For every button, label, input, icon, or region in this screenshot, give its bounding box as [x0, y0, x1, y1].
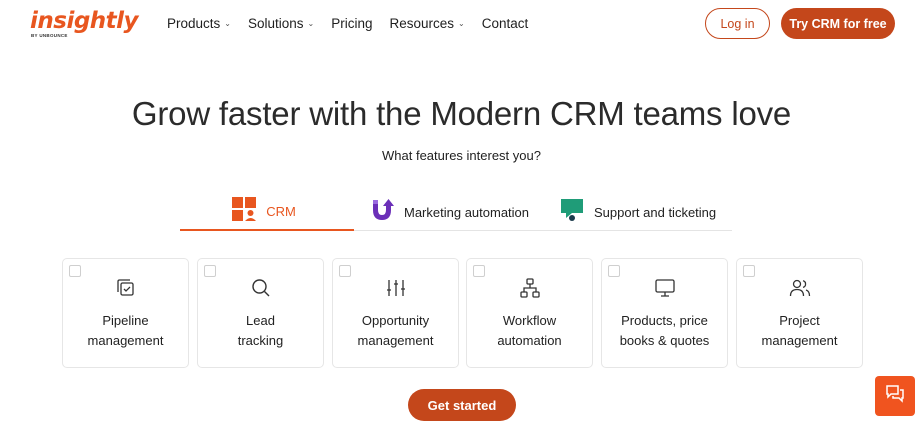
- card-label-line2: automation: [497, 333, 562, 348]
- card-label-line1: Workflow: [502, 313, 557, 328]
- page-subtitle: What features interest you?: [382, 148, 541, 163]
- nav-pricing[interactable]: Pricing: [331, 15, 372, 33]
- tab-crm-label: CRM: [266, 203, 296, 219]
- feature-tabs: CRM Marketing automation Support and tic…: [180, 193, 732, 231]
- search-icon: [198, 277, 323, 299]
- card-project-management[interactable]: Project management: [736, 258, 863, 368]
- feature-cards: Pipeline management Lead tracking Opport…: [62, 258, 863, 368]
- card-label-line1: Products, price: [621, 313, 708, 328]
- monitor-icon: [602, 277, 727, 299]
- chat-button[interactable]: [875, 376, 915, 416]
- pipeline-icon: [63, 277, 188, 299]
- marketing-arrow-icon: [370, 198, 394, 227]
- main-nav: Products ⌄ Solutions ⌄ Pricing Resources…: [167, 15, 545, 33]
- card-label-line2: management: [87, 333, 164, 348]
- login-button[interactable]: Log in: [705, 8, 770, 39]
- tab-marketing-label: Marketing automation: [404, 204, 530, 220]
- crm-grid-icon: [232, 196, 257, 226]
- nav-contact[interactable]: Contact: [482, 15, 529, 33]
- chevron-down-icon: ⌄: [307, 19, 315, 28]
- chevron-down-icon: ⌄: [224, 19, 231, 28]
- logo-tagline: BY UNBOUNCE: [31, 33, 68, 38]
- logo-wordmark: insightly: [30, 8, 139, 34]
- card-pipeline-management[interactable]: Pipeline management: [62, 258, 189, 368]
- nav-solutions[interactable]: Solutions ⌄: [248, 15, 314, 33]
- feature-checkbox[interactable]: [69, 265, 81, 277]
- card-label-line2: tracking: [237, 333, 284, 348]
- nav-pricing-label: Pricing: [331, 16, 373, 31]
- card-products-price-books[interactable]: Products, price books & quotes: [601, 258, 728, 368]
- chat-icon: [885, 384, 905, 409]
- nav-products[interactable]: Products ⌄: [167, 15, 231, 33]
- feature-checkbox[interactable]: [608, 265, 620, 277]
- support-ticket-icon: [560, 198, 584, 227]
- card-label-line2: books & quotes: [619, 333, 710, 348]
- feature-checkbox[interactable]: [473, 265, 485, 277]
- card-label-line2: management: [357, 333, 434, 348]
- page-title: Grow faster with the Modern CRM teams lo…: [131, 95, 792, 132]
- nav-solutions-label: Solutions: [247, 16, 304, 31]
- card-label-line2: management: [761, 333, 838, 348]
- feature-checkbox[interactable]: [204, 265, 216, 277]
- feature-checkbox[interactable]: [743, 265, 755, 277]
- nav-contact-label: Contact: [481, 16, 529, 31]
- tab-support-label: Support and ticketing: [594, 204, 717, 220]
- card-label-line1: Pipeline: [102, 313, 149, 328]
- nav-resources-label: Resources: [389, 16, 455, 31]
- sliders-icon: [333, 277, 458, 299]
- card-opportunity-management[interactable]: Opportunity management: [332, 258, 459, 368]
- card-lead-tracking[interactable]: Lead tracking: [197, 258, 324, 368]
- users-icon: [737, 277, 862, 299]
- card-workflow-automation[interactable]: Workflow automation: [466, 258, 593, 368]
- get-started-button[interactable]: Get started: [408, 389, 516, 421]
- chevron-down-icon: ⌄: [458, 19, 465, 28]
- tab-support-ticketing[interactable]: Support and ticketing: [560, 193, 732, 231]
- card-label-line1: Project: [779, 313, 820, 328]
- feature-checkbox[interactable]: [339, 265, 351, 277]
- card-label-line1: Opportunity: [361, 313, 430, 328]
- try-crm-button[interactable]: Try CRM for free: [781, 8, 895, 39]
- site-header: insightly BY UNBOUNCE Products ⌄ Solutio…: [0, 0, 923, 50]
- tab-crm[interactable]: CRM: [180, 193, 354, 231]
- nav-products-label: Products: [167, 16, 221, 31]
- nav-resources[interactable]: Resources ⌄: [390, 15, 465, 33]
- workflow-icon: [467, 277, 592, 299]
- card-label-line1: Lead: [246, 313, 275, 328]
- tab-marketing-automation[interactable]: Marketing automation: [370, 193, 550, 231]
- insightly-logo[interactable]: insightly BY UNBOUNCE: [30, 7, 139, 41]
